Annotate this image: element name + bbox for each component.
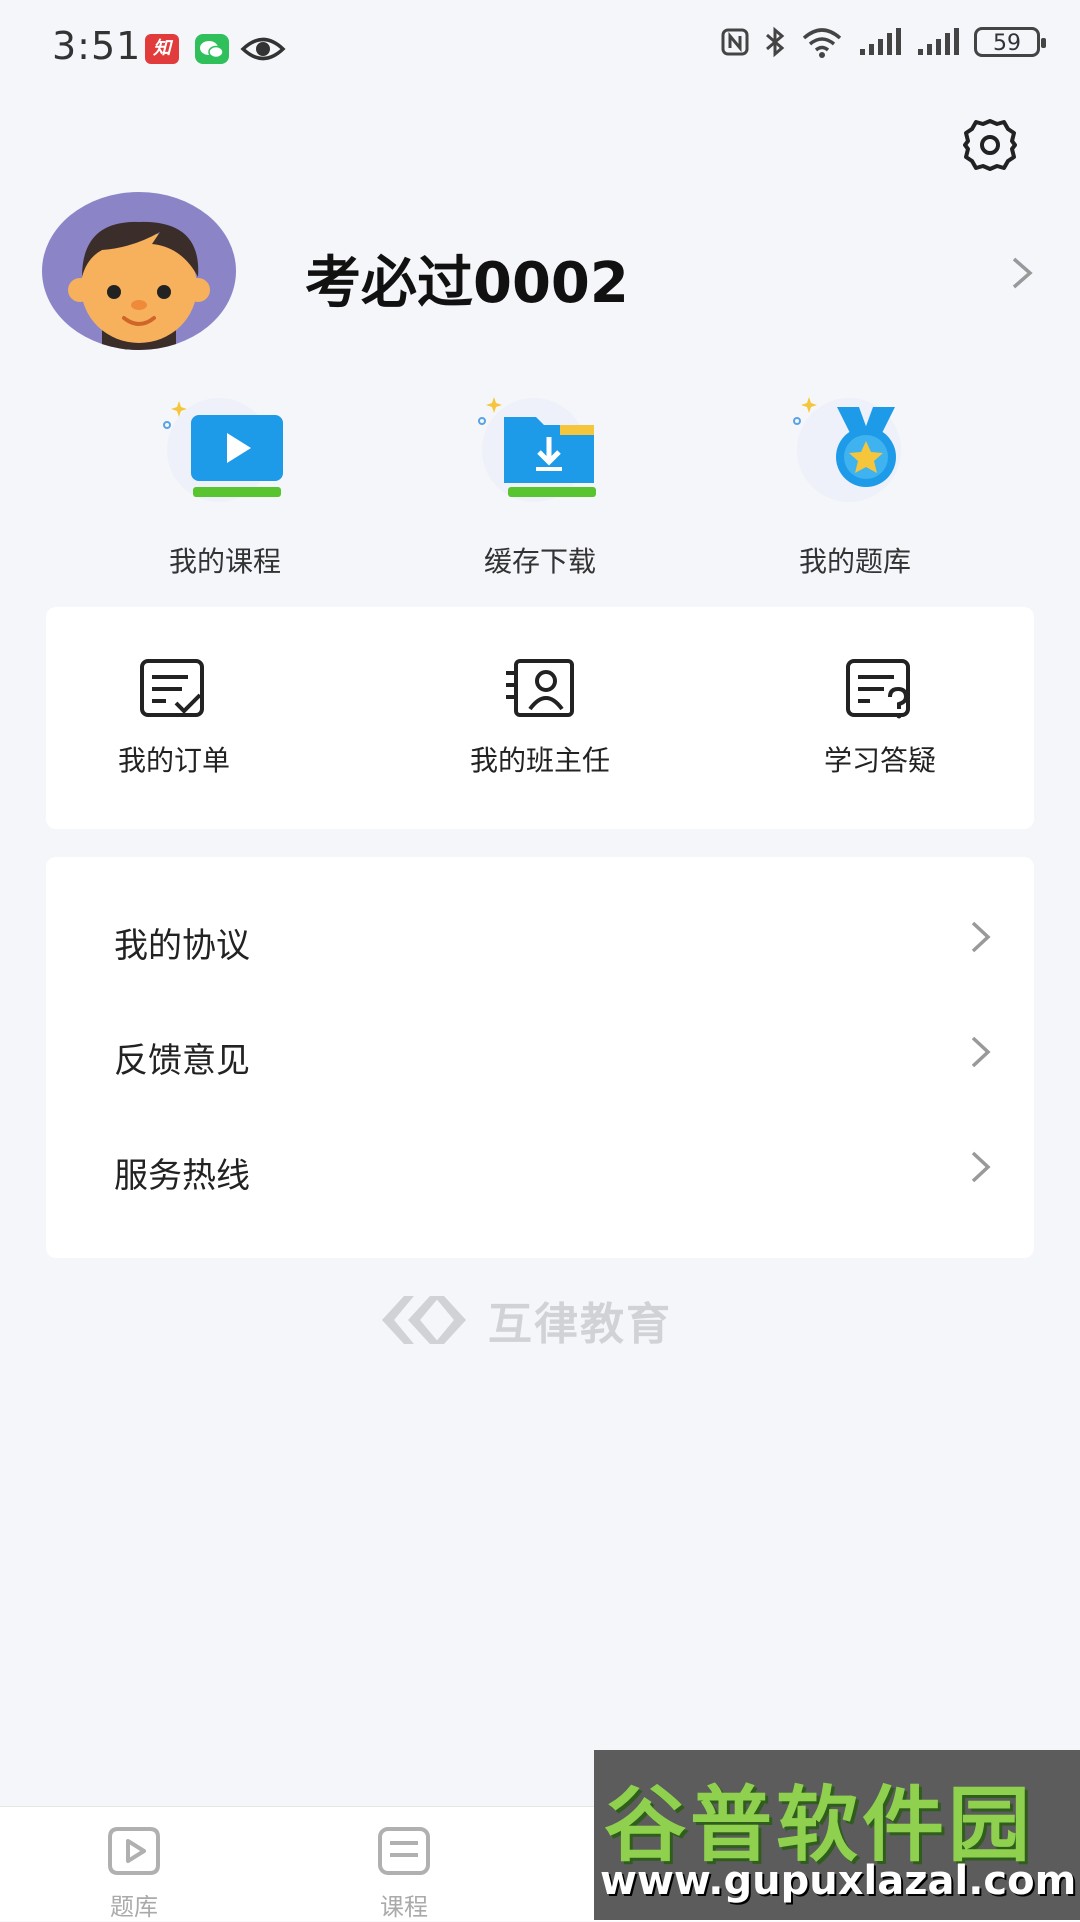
wifi-icon [802, 28, 842, 58]
brand-logo-icon [382, 1296, 466, 1344]
order-icon [140, 659, 204, 717]
service-my-orders[interactable]: 我的订单 [64, 657, 284, 779]
signal-icon [860, 28, 901, 55]
signal-icon-2 [918, 28, 959, 55]
menu-item-feedback[interactable]: 反馈意见 [46, 997, 1034, 1112]
watermark-url: www.gupuxlazal.com [600, 1858, 1077, 1904]
quick-tile-label: 我的题库 [798, 545, 911, 578]
menu-item-label: 反馈意见 [114, 1041, 250, 1081]
chevron-right-icon [971, 921, 991, 953]
download-folder-icon [470, 395, 610, 510]
chevron-right-icon [971, 1151, 991, 1183]
medal-icon [785, 395, 925, 510]
services-card: 我的订单 我的班主任 学习答疑 [46, 607, 1034, 829]
service-label: 我的班主任 [469, 744, 610, 777]
service-study-qa[interactable]: 学习答疑 [770, 657, 990, 779]
brand-watermark: 互律教育 [378, 1288, 672, 1352]
contact-card-icon [506, 659, 574, 717]
chevron-right-icon[interactable] [1010, 255, 1034, 291]
menu-item-service-hotline[interactable]: 服务热线 [46, 1112, 1034, 1227]
bluetooth-icon [766, 26, 785, 58]
eye-icon [240, 37, 286, 61]
settings-list-card: 我的协议 反馈意见 服务热线 [46, 857, 1034, 1258]
site-watermark: 谷普软件园 www.gupuxlazal.com [594, 1750, 1080, 1920]
menu-item-label: 我的协议 [114, 926, 250, 966]
service-label: 学习答疑 [823, 744, 936, 777]
play-square-icon [108, 1827, 160, 1875]
status-bar: 3:51 知 59 [0, 0, 1080, 100]
chevron-right-icon [971, 1036, 991, 1068]
question-note-icon [846, 659, 910, 719]
quick-tile-my-courses[interactable]: 我的课程 [115, 395, 335, 580]
zhihu-app-icon: 知 [145, 34, 179, 64]
nav-tab-courses[interactable]: 课程 [339, 1825, 469, 1922]
nfc-icon [721, 28, 749, 56]
battery-indicator: 59 [974, 27, 1046, 57]
quick-tile-label: 缓存下载 [483, 545, 596, 578]
nav-tab-question-bank[interactable]: 题库 [69, 1825, 199, 1922]
username[interactable]: 考必过0002 [305, 238, 629, 319]
service-label: 我的订单 [117, 744, 230, 777]
service-my-class-teacher[interactable]: 我的班主任 [430, 657, 650, 779]
brand-name: 互律教育 [488, 1299, 672, 1350]
wechat-app-icon [195, 34, 229, 64]
quick-tile-my-question-bank[interactable]: 我的题库 [745, 395, 965, 580]
list-icon [378, 1827, 430, 1875]
menu-item-label: 服务热线 [114, 1156, 250, 1196]
settings-gear-icon[interactable] [960, 115, 1020, 175]
avatar[interactable] [42, 192, 236, 350]
video-play-icon [155, 395, 295, 510]
nav-tab-label: 题库 [110, 1893, 158, 1921]
quick-tile-label: 我的课程 [168, 545, 281, 578]
menu-item-my-agreement[interactable]: 我的协议 [46, 882, 1034, 997]
quick-tile-cache-download[interactable]: 缓存下载 [430, 395, 650, 580]
nav-tab-label: 课程 [380, 1893, 428, 1921]
status-time: 3:51 [52, 24, 142, 68]
